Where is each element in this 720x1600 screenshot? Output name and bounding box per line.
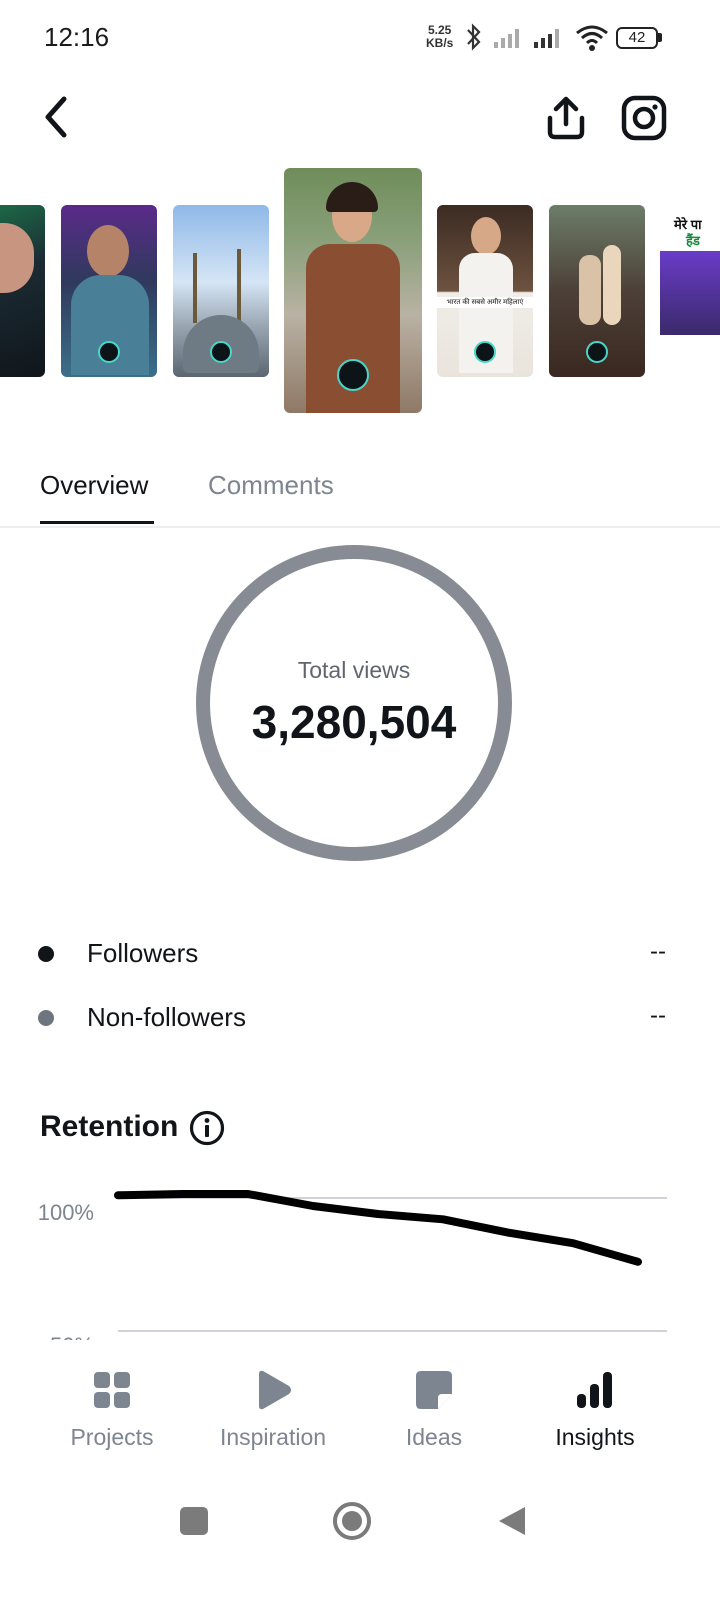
play-icon — [259, 1370, 291, 1410]
nav-insights-label: Insights — [555, 1424, 635, 1450]
total-views-value: 3,280,504 — [251, 696, 457, 748]
person-figure — [603, 245, 621, 325]
reel-thumbnail-1[interactable] — [0, 205, 45, 377]
channel-badge — [210, 341, 232, 363]
channel-badge — [586, 341, 608, 363]
reel-caption: भारत की सबसे अमीर महिलाएं — [437, 297, 533, 308]
followers-dot — [38, 946, 54, 962]
reel-image — [660, 251, 720, 335]
reel-thumbnail-5[interactable]: भारत की सबसे अमीर महिलाएं — [437, 205, 533, 377]
channel-badge — [337, 359, 369, 391]
nav-projects[interactable]: Projects — [32, 1340, 192, 1460]
legend-followers: Followers -- — [0, 934, 720, 974]
info-icon[interactable] — [189, 1110, 225, 1146]
back-nav-button[interactable] — [495, 1504, 529, 1538]
channel-badge — [474, 341, 496, 363]
reel-thumbnail-4-selected[interactable] — [284, 168, 422, 413]
tab-overview[interactable]: Overview — [40, 470, 148, 501]
signal-1-icon — [494, 29, 519, 48]
nav-inspiration-label: Inspiration — [219, 1424, 327, 1450]
non-followers-value: -- — [650, 1002, 666, 1029]
tab-comments[interactable]: Comments — [208, 470, 334, 501]
non-followers-label: Non-followers — [87, 1002, 246, 1032]
grid-icon — [94, 1372, 130, 1408]
wifi-icon — [576, 25, 608, 51]
y-tick-label: 100% — [38, 1200, 94, 1225]
tab-divider — [0, 526, 720, 528]
reel-thumbnail-7[interactable]: मेरे पा हैंड — [660, 205, 720, 377]
bar-chart-icon — [577, 1372, 612, 1408]
followers-label: Followers — [87, 938, 199, 968]
instagram-button[interactable] — [618, 92, 670, 144]
share-upload-icon — [547, 96, 585, 140]
chevron-left-icon — [45, 96, 67, 138]
person-face — [0, 223, 34, 293]
nav-ideas-label: Ideas — [405, 1424, 463, 1450]
bottom-nav: Projects Inspiration Ideas Insights — [0, 1340, 720, 1465]
non-followers-dot — [38, 1010, 54, 1026]
y-tick-label: 50% — [50, 1333, 94, 1340]
network-speed-unit: KB/s — [426, 36, 454, 50]
retention-title: Retention — [40, 1110, 179, 1143]
person-figure — [579, 255, 601, 325]
battery-icon: 42 — [616, 27, 658, 49]
network-speed: 5.25 KB/s — [426, 24, 453, 50]
nav-projects-label: Projects — [70, 1424, 154, 1450]
reel-caption-2: हैंड — [686, 233, 700, 248]
system-nav-bar — [0, 1480, 720, 1600]
nav-insights[interactable]: Insights — [515, 1340, 675, 1460]
status-time: 12:16 — [44, 22, 110, 52]
channel-badge — [98, 341, 120, 363]
back-button[interactable] — [30, 92, 80, 142]
reels-carousel[interactable]: भारत की सबसे अमीर महिलाएं मेरे पा हैंड — [0, 165, 720, 420]
bluetooth-icon — [467, 23, 481, 51]
legend-non-followers: Non-followers -- — [0, 998, 720, 1038]
instagram-icon — [621, 95, 667, 141]
signal-2-icon — [534, 29, 559, 48]
nav-ideas[interactable]: Ideas — [354, 1340, 514, 1460]
note-icon — [416, 1371, 452, 1409]
reel-thumbnail-6[interactable] — [549, 205, 645, 377]
reel-thumbnail-3[interactable] — [173, 205, 269, 377]
palm-tree — [237, 249, 241, 323]
chart-ticks: 100% 50% — [38, 1200, 94, 1340]
retention-chart: 100% 50% — [38, 1190, 667, 1340]
share-button[interactable] — [540, 92, 592, 144]
person-hair — [326, 182, 378, 212]
person-face — [471, 217, 501, 255]
home-button[interactable] — [332, 1501, 372, 1541]
recents-button[interactable] — [178, 1505, 210, 1537]
retention-line — [114, 1190, 642, 1266]
battery-tip — [658, 33, 662, 42]
reel-thumbnail-2[interactable] — [61, 205, 157, 377]
person-face — [87, 225, 129, 277]
status-bar: 12:16 5.25 KB/s 42 — [0, 0, 720, 72]
palm-tree — [193, 253, 197, 323]
total-views-label: Total views — [297, 657, 411, 683]
followers-value: -- — [650, 938, 666, 965]
nav-inspiration[interactable]: Inspiration — [193, 1340, 353, 1460]
tab-active-indicator — [40, 521, 154, 524]
